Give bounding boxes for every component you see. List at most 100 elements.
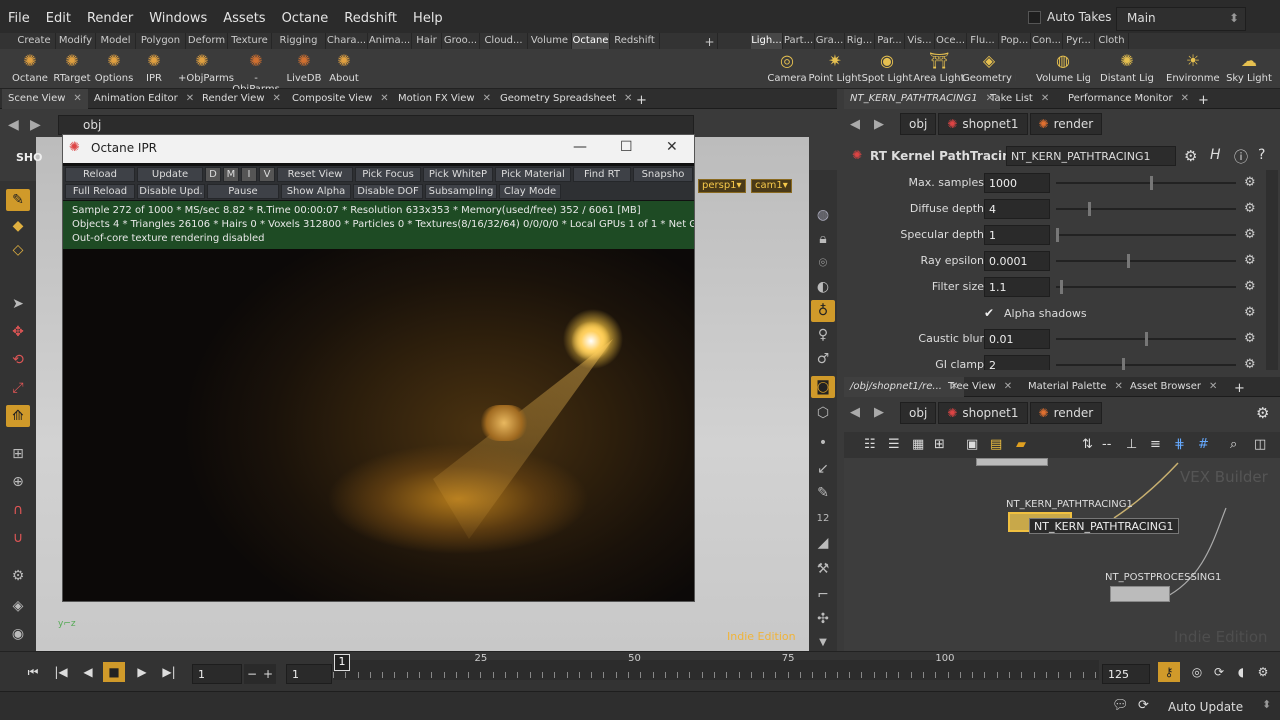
pointer-tool-icon[interactable]: ➤ <box>6 293 30 315</box>
end-frame-field[interactable]: 125 <box>1102 664 1150 684</box>
snap-tool-icon[interactable]: ⊕ <box>6 471 30 493</box>
node-upstream[interactable] <box>976 458 1048 466</box>
scale-tool-icon[interactable]: ⤢ <box>6 377 30 399</box>
slider-knob[interactable] <box>1056 228 1059 242</box>
shelf-tab-cloth[interactable]: Cloth <box>1095 33 1129 49</box>
auto-takes-checkbox[interactable] <box>1028 10 1041 24</box>
ipr-btn-show-alpha[interactable]: Show Alpha <box>281 184 351 199</box>
shelf-tool-environmen[interactable]: ☀ Environmen... <box>1166 51 1220 84</box>
tab-nt-kern-pathtracing1[interactable]: NT_KERN_PATHTRACING1 ✕ <box>844 89 1000 109</box>
shelf-tab-part[interactable]: Part... <box>783 33 815 49</box>
gear-icon[interactable]: ⚙ <box>1244 279 1256 294</box>
ipr-btn-find-rt[interactable]: Find RT <box>573 167 631 182</box>
close-icon[interactable]: ✕ <box>1114 381 1122 392</box>
node-name-field[interactable]: NT_KERN_PATHTRACING1 <box>1006 146 1176 166</box>
forward-arrow-icon[interactable]: ▶ <box>874 117 884 132</box>
shelf-tab-oce[interactable]: Oce... <box>935 33 967 49</box>
ipr-btn-full-reload[interactable]: Full Reload <box>65 184 135 199</box>
forward-arrow-icon[interactable]: ▶ <box>30 117 41 133</box>
timeline-track[interactable]: 25 50 75 100 <box>333 653 1099 680</box>
param-slider[interactable] <box>1056 176 1236 190</box>
shelf-tab-hair[interactable]: Hair <box>412 33 442 49</box>
shelf-tab-par[interactable]: Par... <box>875 33 905 49</box>
shelf-tab-gra[interactable]: Gra... <box>815 33 845 49</box>
add-tab-icon[interactable]: + <box>1192 89 1215 109</box>
close-icon[interactable]: ✕ <box>1041 93 1049 104</box>
tree-icon[interactable]: ☷ <box>864 437 876 452</box>
slider-knob[interactable] <box>1121 358 1125 370</box>
param-value-field[interactable]: 0.01 <box>984 329 1050 349</box>
shelf-tool-octane[interactable]: ✺ Octane <box>6 51 54 84</box>
table-icon[interactable]: ▦ <box>912 437 924 452</box>
shelf-tab-pop[interactable]: Pop... <box>999 33 1031 49</box>
network-editor[interactable]: NT_KERN_PATHTRACING1 NT_POSTPROCESSING1 <box>844 458 1280 651</box>
param-slider[interactable] <box>1056 202 1236 216</box>
grid-number-icon[interactable]: 12 <box>811 508 835 530</box>
shelf-tab-model[interactable]: Model <box>96 33 136 49</box>
menu-redshift[interactable]: Redshift <box>336 8 405 26</box>
settings-icon[interactable]: ⚙ <box>1252 662 1274 682</box>
ipr-btn-i[interactable]: I <box>241 167 257 182</box>
ipr-render-image[interactable] <box>63 249 694 601</box>
shelf-tool-rtarget[interactable]: ✺ RTarget <box>48 51 96 84</box>
globe-icon[interactable]: ◐ <box>811 276 835 298</box>
breadcrumb-shopnet1[interactable]: ✺ shopnet1 <box>938 402 1028 424</box>
shelf-tab-cloud[interactable]: Cloud... <box>480 33 528 49</box>
add-tab-icon[interactable]: + <box>1228 377 1251 397</box>
close-icon[interactable]: ✕ <box>73 93 81 104</box>
slider-knob[interactable] <box>1150 176 1154 190</box>
list-icon[interactable]: ☰ <box>888 437 900 452</box>
shelf-tool-distant-light[interactable]: ✺ Distant Light <box>1100 51 1154 84</box>
stop-icon[interactable]: ■ <box>103 662 125 682</box>
breadcrumb-obj[interactable]: obj <box>900 113 937 135</box>
param-slider[interactable] <box>1056 358 1236 370</box>
play-icon[interactable]: ▶ <box>131 662 153 682</box>
camera-tool-icon[interactable]: ◈ <box>6 595 30 617</box>
magnet2-tool-icon[interactable]: ∪ <box>6 527 30 549</box>
menu-octane[interactable]: Octane <box>274 8 337 26</box>
close-icon[interactable]: ✕ <box>483 93 491 104</box>
jump-start-icon[interactable]: ⏮ <box>22 662 44 682</box>
wireframe-icon[interactable]: ◍ <box>811 204 835 226</box>
node-postprocessing[interactable] <box>1110 586 1170 602</box>
ipr-title-bar[interactable]: ✺ Octane IPR — ☐ ✕ <box>63 135 694 163</box>
param-value-field[interactable]: 2 <box>984 355 1050 370</box>
menu-help[interactable]: Help <box>405 8 451 26</box>
slider-knob[interactable] <box>1059 280 1063 294</box>
gear-icon[interactable]: ⚙ <box>1244 357 1256 370</box>
move-tool-icon[interactable]: ✥ <box>6 321 30 343</box>
ipr-btn-d[interactable]: D <box>205 167 221 182</box>
shelf-tool-volume-light[interactable]: ◍ Volume Light <box>1036 51 1090 84</box>
ipr-btn-pick-focus[interactable]: Pick Focus <box>355 167 421 182</box>
tab-motion-fx-view[interactable]: Motion FX View ✕ <box>392 89 497 109</box>
network-path[interactable]: obj ✺ shopnet1 ✺ render <box>900 402 1104 424</box>
grid-icon[interactable]: ⊞ <box>934 437 945 452</box>
maximize-icon[interactable]: ☐ <box>620 139 633 155</box>
shelf-tab-vis[interactable]: Vis... <box>905 33 935 49</box>
shelf-tab-chara[interactable]: Chara... <box>326 33 368 49</box>
bulb-icon[interactable]: ♀ <box>811 324 835 346</box>
back-arrow-icon[interactable]: ◀ <box>8 117 19 133</box>
pose-tool-icon[interactable]: ⊞ <box>6 443 30 465</box>
param-slider[interactable] <box>1056 254 1236 268</box>
current-frame-marker[interactable]: 1 <box>334 654 350 671</box>
tab-performance-monitor[interactable]: Performance Monitor ✕ <box>1062 89 1195 109</box>
ipr-btn-pick-material[interactable]: Pick Material <box>495 167 571 182</box>
breadcrumb-shopnet1[interactable]: ✺ shopnet1 <box>938 113 1028 135</box>
close-icon[interactable]: ✕ <box>273 93 281 104</box>
menu-windows[interactable]: Windows <box>141 8 215 26</box>
menu-assets[interactable]: Assets <box>215 8 273 26</box>
view-tool-icon[interactable]: ⚙ <box>6 565 30 587</box>
menu-edit[interactable]: Edit <box>38 8 79 26</box>
handle-tool-icon[interactable]: ⟰ <box>6 405 30 427</box>
shelf-tab-texture[interactable]: Texture <box>228 33 272 49</box>
octane-ipr-window[interactable]: ✺ Octane IPR — ☐ ✕ Reload Update D M I V Reset… <box>62 134 695 602</box>
loop-icon[interactable]: ⟳ <box>1208 662 1230 682</box>
shelf-tool-objparms[interactable]: ✺ +ObjParms <box>178 51 234 84</box>
split-icon[interactable]: ⊥ <box>1126 437 1137 452</box>
key-icon[interactable]: ⚷ <box>1158 662 1180 682</box>
gear-icon[interactable]: ⚙ <box>1244 253 1256 268</box>
curve-icon[interactable]: ↙ <box>811 458 835 480</box>
menu-render[interactable]: Render <box>79 8 141 26</box>
shelf-tool-about[interactable]: ✺ About <box>320 51 368 84</box>
